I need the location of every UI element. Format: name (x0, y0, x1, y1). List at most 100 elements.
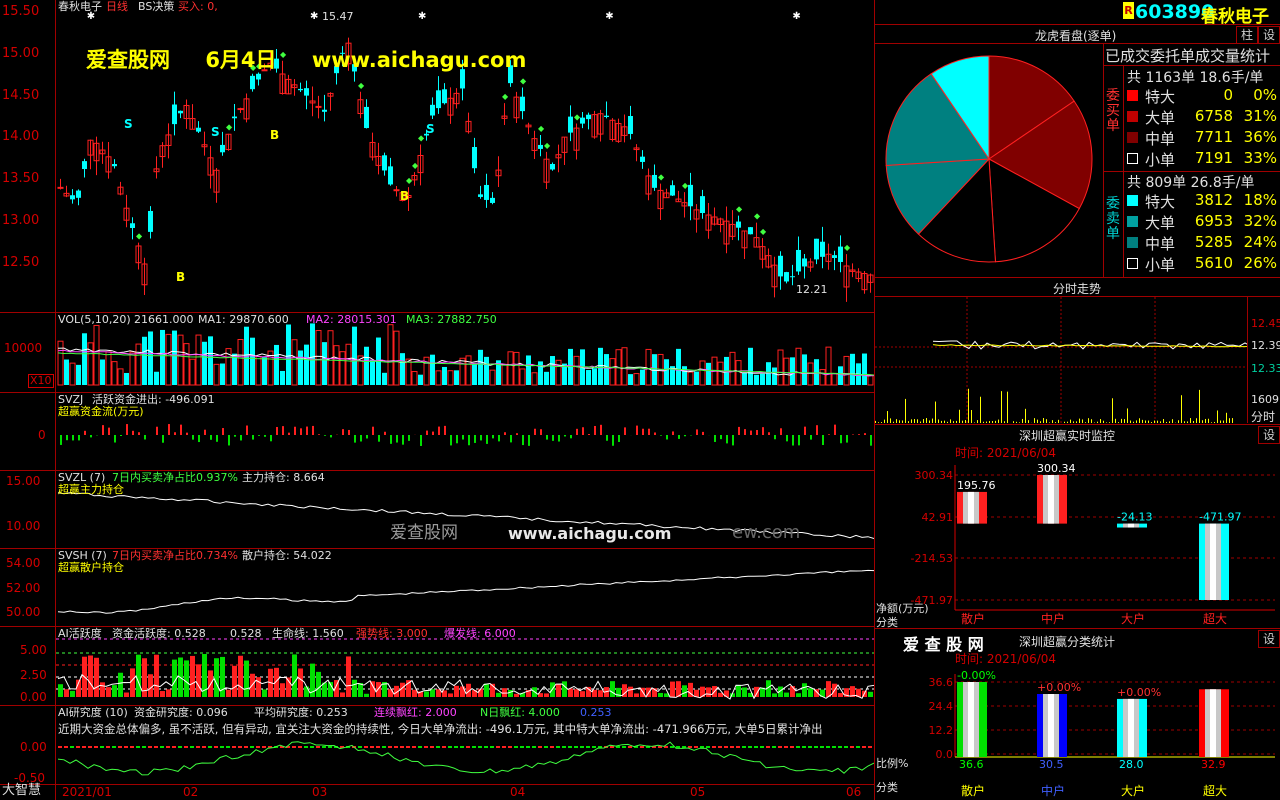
volume-bar (111, 361, 118, 386)
intraday-vol-bar (899, 420, 900, 423)
svzj-bar (744, 429, 746, 435)
intraday-vol-bar (908, 421, 909, 423)
svzj-bar (90, 435, 92, 438)
volume-bar (310, 323, 315, 385)
svzj-bar (372, 426, 374, 435)
vol-y-tick: 10000 (4, 341, 43, 355)
ai-research-bar (262, 746, 266, 748)
intraday-panel[interactable]: 分时走势 12.45 12.39 12.33 1609 分时 (875, 278, 1280, 424)
ai-research-bar (58, 746, 62, 748)
svzj-bar (258, 435, 260, 436)
intraday-vol-bar (965, 420, 966, 423)
signal-mark: ◆ (502, 92, 509, 101)
monitor-bar-shine (1128, 523, 1134, 528)
ai-research-bar (232, 746, 236, 748)
intraday-vol-bar (971, 410, 972, 423)
svzl-panel[interactable]: SVZL (7) 7日内买卖净占比0.937% 主力持仓: 8.664 超赢主力… (0, 471, 874, 548)
intraday-vol-bar (1193, 421, 1194, 423)
stats-bar-chart: 36.624.412.20.0-0.00%36.6散户+0.00%30.5中户+… (929, 669, 1275, 798)
ai-research-bar (724, 746, 728, 748)
dt-settings-button[interactable]: 设 (1258, 26, 1280, 44)
volume-bar (652, 354, 657, 385)
intraday-vol-bar (1217, 410, 1218, 423)
x-label-jan: 2021/01 (62, 785, 112, 799)
indicator-label[interactable]: BS决策 (138, 1, 174, 13)
volume-bar (862, 353, 867, 385)
volume-bar (628, 374, 633, 385)
dt-bar-button[interactable]: 柱 (1236, 26, 1258, 44)
period-label[interactable]: 日线 (106, 1, 128, 13)
volume-bar (322, 342, 327, 385)
order-pct: 33% (1243, 149, 1277, 167)
intraday-vol-bar (887, 411, 888, 423)
svzj-bar (168, 424, 170, 435)
dragon-tiger-panel[interactable]: 龙虎看盘(逐单) 柱 设 已成交委托单成交量统计 委买单 共 1163单 18.… (875, 25, 1280, 277)
svzj-bar (396, 435, 398, 443)
ai-research-bar (748, 746, 752, 748)
candle-body (580, 117, 585, 124)
svzj-bar (780, 428, 782, 435)
intraday-vol-bar (989, 421, 990, 423)
svzj-bar (270, 435, 272, 442)
intraday-vol-bar (1148, 420, 1149, 423)
vol-unit[interactable]: X10 (28, 374, 54, 388)
ai-research-bar (814, 746, 818, 748)
svzj-bar (672, 431, 674, 435)
intraday-vol-bar (1067, 421, 1068, 423)
intraday-vol-bar (1007, 391, 1008, 423)
realtime-monitor-panel[interactable]: 深圳超赢实时监控 设 时间: 2021/06/04 300.34 42.91 -21… (875, 425, 1280, 629)
class-stats-panel[interactable]: 爱 查 股 网 深圳超赢分类统计 设 时间: 2021/06/04 36.6 24… (875, 629, 1280, 800)
volume-bar (382, 372, 387, 385)
monitor-bar-value: -24.13 (1117, 511, 1152, 524)
svzj-bar (528, 435, 530, 446)
candle-body (484, 184, 489, 200)
svsh-panel[interactable]: SVSH (7) 7日内买卖净占比0.734% 散户持仓: 54.022 超赢散… (0, 549, 874, 626)
order-pct: 36% (1243, 128, 1277, 146)
intraday-vol-bar (878, 422, 879, 423)
svzj-bar (162, 435, 164, 443)
order-name: 大单 (1145, 214, 1176, 232)
signal-mark: ◆ (844, 243, 851, 252)
volume-bar (274, 344, 279, 385)
volume-bar (298, 350, 303, 385)
main-chart-area[interactable]: ◆◆◆◆◆◆◆◆◆◆◆◆◆◆◆◆◆◆◆◆✱✱✱✱✱✱SSSBBB 春秋电子 日线… (0, 0, 874, 312)
volume-bar (676, 348, 681, 385)
intraday-vol-bar (977, 420, 978, 423)
svzj-bar (438, 426, 440, 435)
ai-active-panel[interactable]: AI活跃度 资金活跃度: 0.528 0.528 生命线: 1.560 强势线:… (0, 627, 874, 705)
order-row: 大单 6953 32% (1125, 212, 1279, 232)
ai-active-bar (448, 693, 453, 697)
svzj-bar (132, 430, 134, 435)
svzj-panel[interactable]: SVZJ 活跃资金进出: -496.091 超赢资金流(万元) 0 (0, 393, 874, 470)
ai-research-bar (118, 746, 122, 748)
ai-research-value: 资金研究度: 0.096 (134, 706, 228, 719)
volume-bar (82, 333, 87, 385)
svzl-hold: 主力持仓: 8.664 (242, 471, 325, 484)
order-color-swatch (1127, 237, 1138, 248)
svzj-bar (726, 435, 728, 444)
ai-active-bar (454, 685, 459, 697)
ai-research-avg: 平均研究度: 0.253 (254, 706, 348, 719)
volume-bar (160, 329, 165, 385)
ai-research-panel[interactable]: AI研究度 (10) 资金研究度: 0.096 平均研究度: 0.253 连续飘… (0, 706, 874, 784)
svsh-ratio: 7日内买卖净占比0.734% (112, 549, 238, 562)
watermark-site: 爱查股网 (86, 48, 170, 72)
ai-research-bar (316, 746, 320, 748)
ai-research-bar (520, 746, 524, 748)
svsh-y-tick-54: 54.00 (6, 556, 41, 570)
volume-panel[interactable]: VOL(5,10,20) 21661.000 MA1: 29870.600 MA… (0, 313, 874, 392)
ai-active-bar (670, 681, 675, 697)
candle-body (393, 189, 400, 192)
svzj-bar (72, 435, 74, 441)
intraday-vol-bar (1211, 422, 1212, 423)
ai-active-bar (790, 686, 795, 697)
monitor-bar-chart: 300.34 42.91 -214.53 -471.97 195.76 散户 300.34 中… (911, 462, 1275, 626)
ai-active-bar (580, 691, 585, 697)
ai-active-bar (340, 692, 345, 697)
volume-bar (526, 355, 531, 385)
volume-bar (838, 366, 843, 385)
volume-bar (165, 333, 172, 386)
buy-label: 买入: 0, (178, 0, 218, 13)
svzj-bar (846, 435, 848, 443)
ai-research-bar (736, 746, 740, 748)
